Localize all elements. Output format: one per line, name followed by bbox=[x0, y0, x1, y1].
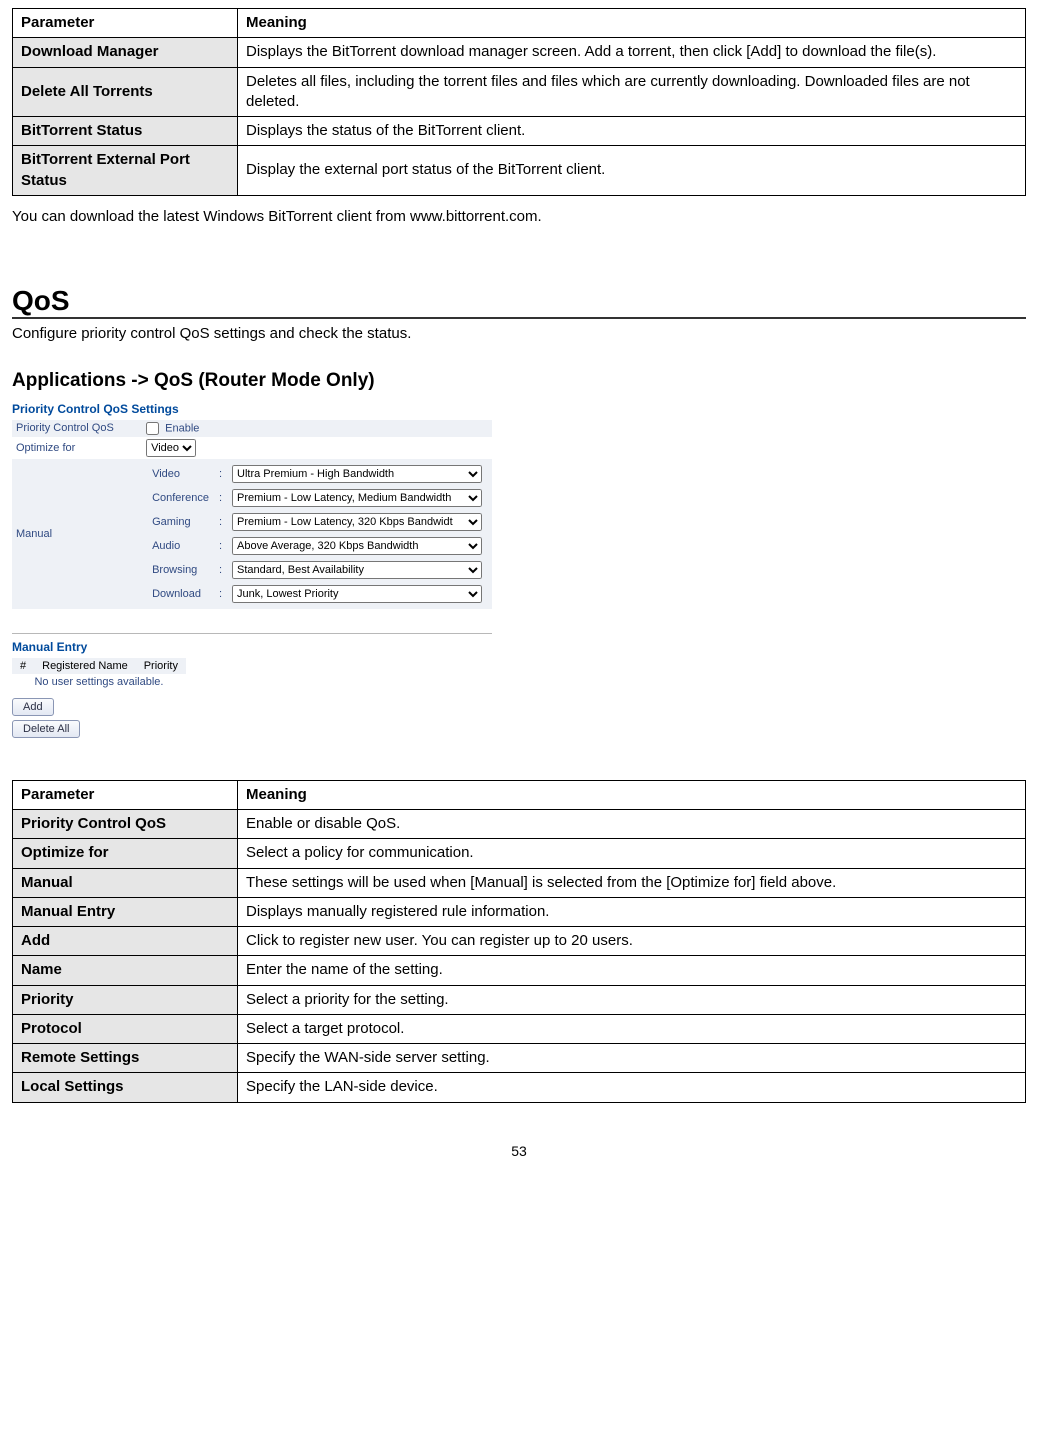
entry-col-index: # bbox=[12, 658, 34, 674]
divider bbox=[12, 633, 492, 634]
param-meaning: Specify the WAN-side server setting. bbox=[238, 1044, 1026, 1073]
param-meaning: Enable or disable QoS. bbox=[238, 810, 1026, 839]
entry-col-priority: Priority bbox=[136, 658, 186, 674]
optimize-for-label: Optimize for bbox=[12, 437, 142, 459]
table-row: Priority Control QoS Enable or disable Q… bbox=[13, 810, 1026, 839]
bittorrent-parameter-table: Parameter Meaning Download Manager Displ… bbox=[12, 8, 1026, 196]
param-name: Add bbox=[13, 927, 238, 956]
table-row: Download Manager Displays the BitTorrent… bbox=[13, 38, 1026, 67]
qos-settings-heading: Priority Control QoS Settings bbox=[12, 402, 492, 416]
qos-parameter-table: Parameter Meaning Priority Control QoS E… bbox=[12, 780, 1026, 1103]
entry-col-name: Registered Name bbox=[34, 658, 136, 674]
manual-browsing-label: Browsing bbox=[148, 559, 213, 581]
param-meaning: Select a policy for communication. bbox=[238, 839, 1026, 868]
manual-entry-heading: Manual Entry bbox=[12, 640, 492, 654]
enable-qos-checkbox[interactable] bbox=[146, 422, 159, 435]
table-header-meaning: Meaning bbox=[238, 780, 1026, 809]
manual-label: Manual bbox=[12, 459, 142, 609]
table-row: Delete All Torrents Deletes all files, i… bbox=[13, 67, 1026, 117]
table-row: BitTorrent External Port Status Display … bbox=[13, 146, 1026, 196]
table-row: Add Click to register new user. You can … bbox=[13, 927, 1026, 956]
table-row: Priority Select a priority for the setti… bbox=[13, 985, 1026, 1014]
param-name: Download Manager bbox=[13, 38, 238, 67]
table-row: Optimize for Select a policy for communi… bbox=[13, 839, 1026, 868]
param-name: Manual Entry bbox=[13, 897, 238, 926]
param-name: Local Settings bbox=[13, 1073, 238, 1102]
manual-video-select[interactable]: Ultra Premium - High Bandwidth bbox=[232, 465, 482, 483]
manual-download-label: Download bbox=[148, 583, 213, 605]
table-header-parameter: Parameter bbox=[13, 9, 238, 38]
optimize-for-select[interactable]: Video bbox=[146, 439, 196, 457]
param-meaning: Select a target protocol. bbox=[238, 1014, 1026, 1043]
page-number: 53 bbox=[12, 1143, 1026, 1159]
param-meaning: Enter the name of the setting. bbox=[238, 956, 1026, 985]
table-row: BitTorrent Status Displays the status of… bbox=[13, 117, 1026, 146]
qos-settings-table: Priority Control QoS Enable Optimize for… bbox=[12, 420, 492, 609]
manual-download-select[interactable]: Junk, Lowest Priority bbox=[232, 585, 482, 603]
manual-video-label: Video bbox=[148, 463, 213, 485]
table-header-parameter: Parameter bbox=[13, 780, 238, 809]
param-name: BitTorrent External Port Status bbox=[13, 146, 238, 196]
param-name: BitTorrent Status bbox=[13, 117, 238, 146]
param-meaning: Deletes all files, including the torrent… bbox=[238, 67, 1026, 117]
no-user-message: No user settings available. bbox=[12, 674, 186, 690]
manual-gaming-label: Gaming bbox=[148, 511, 213, 533]
param-name: Optimize for bbox=[13, 839, 238, 868]
param-name: Manual bbox=[13, 868, 238, 897]
manual-entry-table: # Registered Name Priority No user setti… bbox=[12, 658, 186, 690]
section-title-qos: QoS bbox=[12, 285, 1026, 319]
table-row: Manual Entry Displays manually registere… bbox=[13, 897, 1026, 926]
param-meaning: These settings will be used when [Manual… bbox=[238, 868, 1026, 897]
priority-control-label: Priority Control QoS bbox=[12, 420, 142, 437]
delete-all-button[interactable]: Delete All bbox=[12, 720, 80, 738]
param-name: Protocol bbox=[13, 1014, 238, 1043]
bittorrent-note: You can download the latest Windows BitT… bbox=[12, 208, 1026, 225]
qos-intro: Configure priority control QoS settings … bbox=[12, 325, 1026, 342]
param-name: Name bbox=[13, 956, 238, 985]
manual-audio-select[interactable]: Above Average, 320 Kbps Bandwidth bbox=[232, 537, 482, 555]
table-row: Local Settings Specify the LAN-side devi… bbox=[13, 1073, 1026, 1102]
param-name: Priority Control QoS bbox=[13, 810, 238, 839]
table-row: Name Enter the name of the setting. bbox=[13, 956, 1026, 985]
table-row: Manual These settings will be used when … bbox=[13, 868, 1026, 897]
table-row: Protocol Select a target protocol. bbox=[13, 1014, 1026, 1043]
param-meaning: Select a priority for the setting. bbox=[238, 985, 1026, 1014]
add-button[interactable]: Add bbox=[12, 698, 54, 716]
param-meaning: Displays manually registered rule inform… bbox=[238, 897, 1026, 926]
enable-label: Enable bbox=[165, 422, 199, 434]
manual-browsing-select[interactable]: Standard, Best Availability bbox=[232, 561, 482, 579]
manual-audio-label: Audio bbox=[148, 535, 213, 557]
param-meaning: Specify the LAN-side device. bbox=[238, 1073, 1026, 1102]
qos-subtitle: Applications -> QoS (Router Mode Only) bbox=[12, 370, 1026, 392]
param-name: Priority bbox=[13, 985, 238, 1014]
manual-gaming-select[interactable]: Premium - Low Latency, 320 Kbps Bandwidt bbox=[232, 513, 482, 531]
param-name: Delete All Torrents bbox=[13, 67, 238, 117]
qos-settings-screenshot: Priority Control QoS Settings Priority C… bbox=[12, 402, 492, 740]
manual-conference-label: Conference bbox=[148, 487, 213, 509]
param-meaning: Displays the BitTorrent download manager… bbox=[238, 38, 1026, 67]
manual-settings-block: Video : Ultra Premium - High Bandwidth C… bbox=[146, 461, 488, 607]
param-name: Remote Settings bbox=[13, 1044, 238, 1073]
manual-conference-select[interactable]: Premium - Low Latency, Medium Bandwidth bbox=[232, 489, 482, 507]
param-meaning: Displays the status of the BitTorrent cl… bbox=[238, 117, 1026, 146]
param-meaning: Click to register new user. You can regi… bbox=[238, 927, 1026, 956]
table-header-meaning: Meaning bbox=[238, 9, 1026, 38]
table-row: Remote Settings Specify the WAN-side ser… bbox=[13, 1044, 1026, 1073]
param-meaning: Display the external port status of the … bbox=[238, 146, 1026, 196]
